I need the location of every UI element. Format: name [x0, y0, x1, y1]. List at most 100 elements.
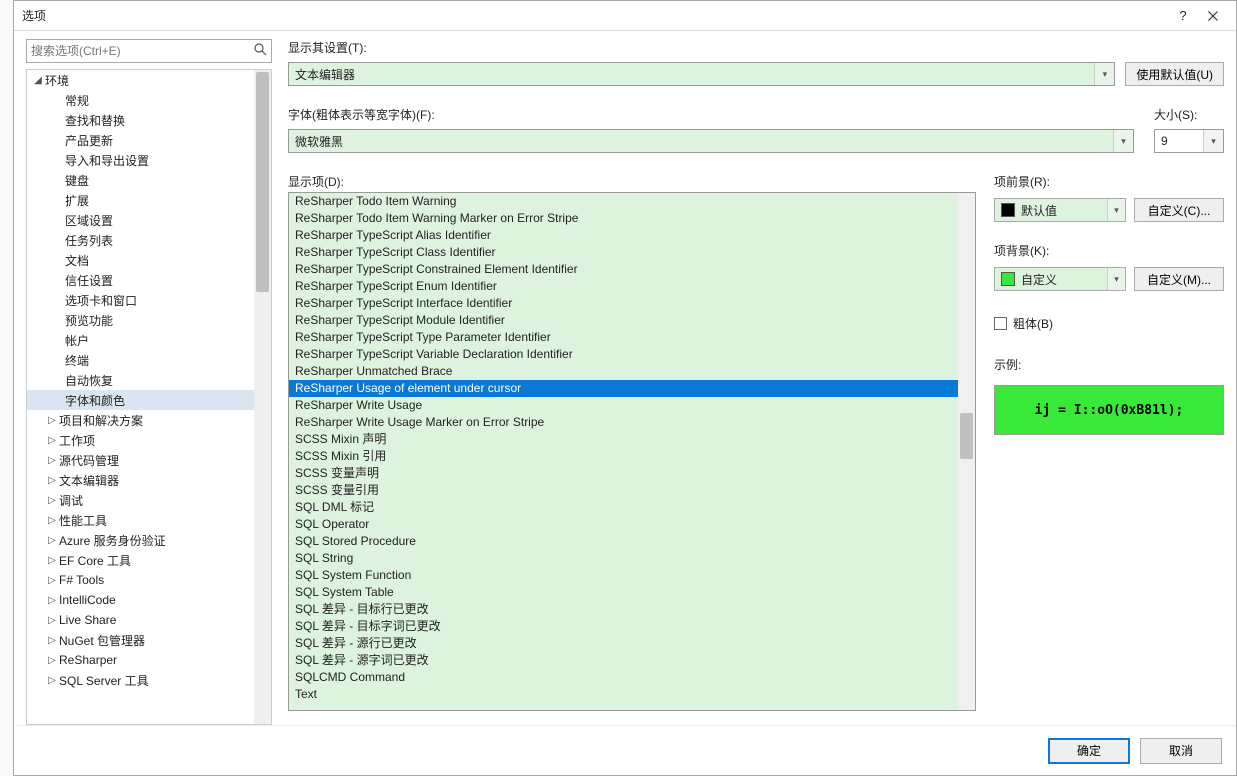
list-item[interactable]: SQLCMD Command	[289, 669, 958, 686]
tree-item[interactable]: 导入和导出设置	[27, 150, 254, 170]
list-item[interactable]: SQL 差异 - 源行已更改	[289, 635, 958, 652]
tree-item[interactable]: ▷EF Core 工具	[27, 550, 254, 570]
tree-item[interactable]: ▷文本编辑器	[27, 470, 254, 490]
show-settings-for-select[interactable]: 文本编辑器 ▾	[288, 62, 1115, 86]
list-item[interactable]: ReSharper Write Usage	[289, 397, 958, 414]
window-title: 选项	[22, 7, 46, 24]
list-item[interactable]: SQL System Function	[289, 567, 958, 584]
tree-item[interactable]: ▷工作项	[27, 430, 254, 450]
tree-scrollbar[interactable]	[254, 70, 271, 724]
list-item[interactable]: SQL 差异 - 目标字词已更改	[289, 618, 958, 635]
options-tree: ◢环境常规查找和替换产品更新导入和导出设置键盘扩展区域设置任务列表文档信任设置选…	[26, 69, 272, 725]
list-item[interactable]: SQL Operator	[289, 516, 958, 533]
tree-item[interactable]: 自动恢复	[27, 370, 254, 390]
list-item[interactable]: ReSharper TypeScript Interface Identifie…	[289, 295, 958, 312]
tree-item[interactable]: ▷项目和解决方案	[27, 410, 254, 430]
search-options-box[interactable]	[26, 39, 272, 63]
tree-item[interactable]: 常规	[27, 90, 254, 110]
tree-item[interactable]: 选项卡和窗口	[27, 290, 254, 310]
size-select[interactable]: 9 ▾	[1154, 129, 1224, 153]
list-item[interactable]: SQL System Table	[289, 584, 958, 601]
list-item[interactable]: SQL 差异 - 目标行已更改	[289, 601, 958, 618]
tree-inner[interactable]: ◢环境常规查找和替换产品更新导入和导出设置键盘扩展区域设置任务列表文档信任设置选…	[27, 70, 254, 724]
list-item[interactable]: SCSS Mixin 声明	[289, 431, 958, 448]
tree-item[interactable]: 键盘	[27, 170, 254, 190]
tree-item[interactable]: ▷ReSharper	[27, 650, 254, 670]
tree-item[interactable]: ▷NuGet 包管理器	[27, 630, 254, 650]
list-item[interactable]: SQL DML 标记	[289, 499, 958, 516]
list-item[interactable]: SCSS Mixin 引用	[289, 448, 958, 465]
tree-item[interactable]: 字体和颜色	[27, 390, 254, 410]
list-item[interactable]: ReSharper TypeScript Enum Identifier	[289, 278, 958, 295]
list-item[interactable]: ReSharper TypeScript Variable Declaratio…	[289, 346, 958, 363]
item-foreground-select[interactable]: 默认值 ▾	[994, 198, 1126, 222]
tree-item[interactable]: 预览功能	[27, 310, 254, 330]
use-defaults-button[interactable]: 使用默认值(U)	[1125, 62, 1224, 86]
search-icon	[254, 43, 267, 59]
tree-item[interactable]: 文档	[27, 250, 254, 270]
tree-item[interactable]: 信任设置	[27, 270, 254, 290]
search-input[interactable]	[31, 44, 254, 58]
list-scroll-thumb[interactable]	[960, 413, 973, 459]
tree-item[interactable]: ▷IntelliCode	[27, 590, 254, 610]
bold-checkbox-box[interactable]	[994, 317, 1007, 330]
list-item[interactable]: SCSS 变量引用	[289, 482, 958, 499]
help-button[interactable]: ?	[1168, 1, 1198, 31]
list-scrollbar[interactable]	[958, 193, 975, 710]
properties-column: 项前景(R): 默认值 ▾ 自定义(C)... 项背景(K):	[994, 173, 1224, 711]
list-item[interactable]: ReSharper Unmatched Brace	[289, 363, 958, 380]
list-item[interactable]: SQL 差异 - 源字词已更改	[289, 652, 958, 669]
list-item[interactable]: ReSharper TypeScript Class Identifier	[289, 244, 958, 261]
chevron-down-icon: ▾	[1107, 268, 1125, 290]
titlebar: 选项 ?	[14, 1, 1236, 31]
right-pane: 显示其设置(T): 文本编辑器 ▾ 使用默认值(U) 字体(粗体表示等宽字体)(…	[288, 39, 1224, 725]
size-value: 9	[1161, 134, 1168, 148]
ok-button[interactable]: 确定	[1048, 738, 1130, 764]
tree-item[interactable]: 扩展	[27, 190, 254, 210]
tree-item[interactable]: 帐户	[27, 330, 254, 350]
display-items-list[interactable]: ReSharper Todo Item WarningReSharper Tod…	[288, 192, 976, 711]
tree-item[interactable]: 查找和替换	[27, 110, 254, 130]
list-item[interactable]: ReSharper Usage of element under cursor	[289, 380, 958, 397]
tree-item[interactable]: ▷Azure 服务身份验证	[27, 530, 254, 550]
tree-item[interactable]: ▷F# Tools	[27, 570, 254, 590]
tree-item[interactable]: 任务列表	[27, 230, 254, 250]
close-icon	[1208, 11, 1218, 21]
list-item[interactable]: SQL String	[289, 550, 958, 567]
tree-item[interactable]: 产品更新	[27, 130, 254, 150]
display-items-label: 显示项(D):	[288, 173, 976, 190]
bold-label: 粗体(B)	[1013, 315, 1053, 332]
dialog-footer: 确定 取消	[14, 725, 1236, 775]
close-button[interactable]	[1198, 1, 1228, 31]
font-select[interactable]: 微软雅黑 ▾	[288, 129, 1134, 153]
list-item[interactable]: SCSS 变量声明	[289, 465, 958, 482]
tree-item[interactable]: ▷SQL Server 工具	[27, 670, 254, 690]
list-item[interactable]: ReSharper TypeScript Alias Identifier	[289, 227, 958, 244]
foreground-custom-button[interactable]: 自定义(C)...	[1134, 198, 1224, 222]
list-item[interactable]: ReSharper TypeScript Type Parameter Iden…	[289, 329, 958, 346]
list-item[interactable]: ReSharper TypeScript Module Identifier	[289, 312, 958, 329]
background-custom-button[interactable]: 自定义(M)...	[1134, 267, 1224, 291]
tree-item[interactable]: ▷性能工具	[27, 510, 254, 530]
tree-item-root[interactable]: ◢环境	[27, 70, 254, 90]
list-item[interactable]: ReSharper TypeScript Constrained Element…	[289, 261, 958, 278]
bold-checkbox[interactable]: 粗体(B)	[994, 315, 1224, 332]
list-item[interactable]: Text	[289, 686, 958, 703]
list-item[interactable]: SQL Stored Procedure	[289, 533, 958, 550]
sample-label: 示例:	[994, 356, 1224, 373]
list-item[interactable]: ReSharper Write Usage Marker on Error St…	[289, 414, 958, 431]
chevron-down-icon: ▾	[1113, 130, 1133, 152]
left-pane: ◢环境常规查找和替换产品更新导入和导出设置键盘扩展区域设置任务列表文档信任设置选…	[26, 39, 272, 725]
tree-item[interactable]: 区域设置	[27, 210, 254, 230]
cancel-button[interactable]: 取消	[1140, 738, 1222, 764]
chevron-down-icon: ▾	[1107, 199, 1125, 221]
item-background-select[interactable]: 自定义 ▾	[994, 267, 1126, 291]
tree-item[interactable]: ▷调试	[27, 490, 254, 510]
chevron-down-icon: ▾	[1094, 63, 1114, 85]
tree-scroll-thumb[interactable]	[256, 72, 269, 292]
list-item[interactable]: ReSharper Todo Item Warning Marker on Er…	[289, 210, 958, 227]
list-item[interactable]: ReSharper Todo Item Warning	[289, 193, 958, 210]
tree-item[interactable]: ▷Live Share	[27, 610, 254, 630]
tree-item[interactable]: ▷源代码管理	[27, 450, 254, 470]
tree-item[interactable]: 终端	[27, 350, 254, 370]
